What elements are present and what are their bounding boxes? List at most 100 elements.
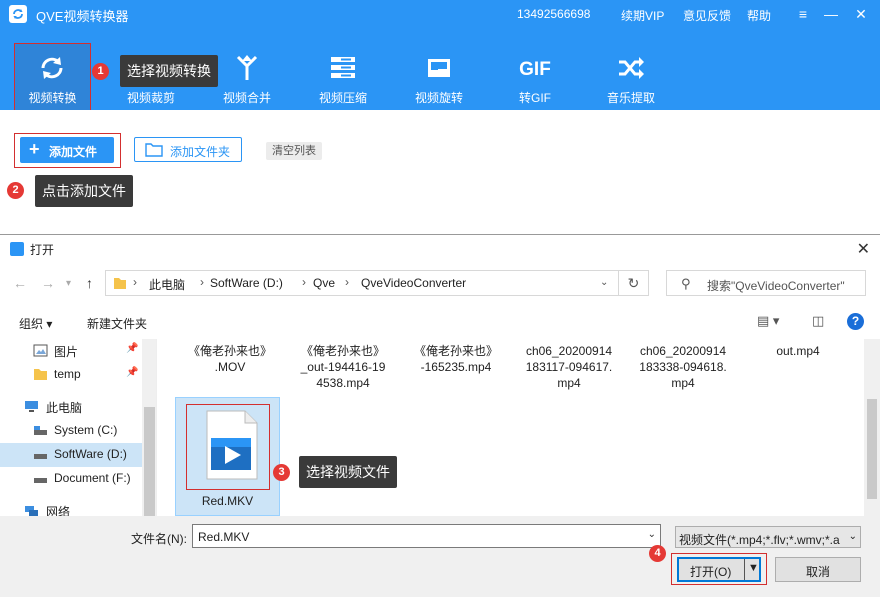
navigation-pane: 图片 📌 temp 📌 此电脑 System (C:) SoftWare (D:… — [0, 339, 157, 516]
phone-number: 13492566698 — [517, 7, 591, 21]
sidebar-item-drive-c[interactable]: System (C:) — [0, 419, 142, 443]
back-arrow-icon[interactable]: ← — [13, 275, 27, 291]
pin-icon: 📌 — [126, 367, 139, 378]
forward-arrow-icon[interactable]: → — [41, 275, 55, 291]
app-window: QVE视频转换器 13492566698 续期VIP 意见反馈 帮助 ≡ — ✕… — [0, 0, 880, 597]
open-dropdown-icon[interactable]: ▼ — [748, 562, 759, 574]
dialog-app-icon — [10, 242, 24, 256]
help-icon[interactable]: ? — [847, 313, 864, 330]
breadcrumb-item[interactable]: Qve — [313, 276, 335, 290]
files-scrollbar[interactable] — [864, 339, 880, 516]
app-logo-icon — [9, 5, 27, 23]
add-folder-button[interactable]: 添加文件夹 — [134, 137, 242, 162]
shuffle-icon — [619, 57, 644, 79]
file-item[interactable]: 《俺老孙来也》 _out-194416-19 4538.mp4 — [288, 343, 398, 391]
folder-icon — [34, 369, 47, 380]
file-type-select[interactable]: 视频文件(*.mp4;*.flv;*.wmv;*.a ⌄ — [675, 526, 861, 548]
organize-button[interactable]: 组织 ▾ — [19, 315, 52, 332]
search-input[interactable]: ⚲ 搜索"QveVideoConverter" — [666, 270, 866, 296]
filename-label: 文件名(N): — [131, 532, 187, 546]
pictures-icon — [33, 344, 48, 357]
tool-video-merge[interactable]: 视频合并 — [207, 44, 287, 110]
new-folder-button[interactable]: 新建文件夹 — [87, 315, 147, 332]
tool-label: 视频裁剪 — [126, 91, 175, 105]
menu-icon[interactable]: ≡ — [795, 6, 811, 22]
clear-list-button[interactable]: 清空列表 — [266, 142, 322, 160]
file-list-area: + 添加文件 添加文件夹 清空列表 2 点击添加文件 — [0, 110, 880, 234]
compress-icon — [331, 57, 355, 78]
file-item[interactable]: out.mp4 — [743, 343, 853, 359]
tool-to-gif[interactable]: GIF 转GIF — [495, 44, 575, 110]
convert-icon — [41, 57, 63, 79]
chevron-down-icon[interactable]: ⌄ — [648, 529, 656, 540]
dialog-close-icon[interactable]: ✕ — [857, 239, 870, 259]
drive-icon — [34, 454, 47, 459]
file-item-selected[interactable]: Red.MKV — [175, 397, 280, 516]
cancel-button[interactable]: 取消 — [775, 557, 861, 582]
filename-input[interactable]: Red.MKV ⌄ — [192, 524, 661, 548]
view-mode-icon[interactable]: ▤ ▾ — [757, 313, 779, 329]
tool-video-compress[interactable]: 视频压缩 — [303, 44, 383, 110]
title-bar: QVE视频转换器 13492566698 续期VIP 意见反馈 帮助 ≡ — ✕ — [0, 0, 880, 28]
tool-label: 音乐提取 — [606, 91, 655, 105]
renew-vip-link[interactable]: 续期VIP — [621, 7, 664, 24]
chevron-down-icon: ⌄ — [848, 531, 857, 542]
sidebar-item-temp[interactable]: temp 📌 — [0, 363, 142, 387]
dialog-footer: 文件名(N): Red.MKV ⌄ 视频文件(*.mp4;*.flv;*.wmv… — [0, 516, 880, 597]
recent-dropdown-icon[interactable]: ▾ — [66, 278, 71, 289]
tool-music-extract[interactable]: 音乐提取 — [591, 44, 671, 110]
breadcrumb-item[interactable]: QveVideoConverter — [361, 276, 466, 290]
dialog-title-bar: 打开 ✕ — [0, 235, 880, 263]
refresh-button[interactable]: ↻ — [619, 270, 649, 296]
address-row: ← → ▾ ↑ › 此电脑 › SoftWare (D:) › Qve › Qv… — [0, 267, 880, 301]
address-bar[interactable]: › 此电脑 › SoftWare (D:) › Qve › QveVideoCo… — [105, 270, 619, 296]
command-bar: 组织 ▾ 新建文件夹 ▤ ▾ ◫ ? — [0, 309, 880, 337]
plus-icon: + — [29, 139, 40, 159]
tool-video-rotate[interactable]: 视频旋转 — [399, 44, 479, 110]
add-file-button[interactable]: + 添加文件 — [20, 137, 114, 163]
gif-icon: GIF — [519, 59, 551, 80]
callout-add-file: 点击添加文件 — [35, 175, 133, 207]
sidebar-item-this-pc[interactable]: 此电脑 — [0, 395, 142, 419]
computer-icon — [25, 401, 38, 412]
pin-icon: 📌 — [126, 343, 139, 354]
drive-icon — [34, 478, 47, 483]
sidebar-item-drive-f[interactable]: Document (F:) — [0, 467, 142, 491]
feedback-link[interactable]: 意见反馈 — [683, 7, 731, 24]
up-arrow-icon[interactable]: ↑ — [86, 275, 93, 291]
step-badge-2: 2 — [7, 182, 24, 199]
app-title: QVE视频转换器 — [36, 9, 129, 24]
address-dropdown-icon[interactable]: ⌄ — [600, 277, 608, 288]
tool-label: 视频旋转 — [414, 91, 463, 105]
tool-label: 视频合并 — [222, 91, 271, 105]
file-item[interactable]: 《俺老孙来也》 -165235.mp4 — [401, 343, 511, 375]
file-item[interactable]: 《俺老孙来也》 .MOV — [175, 343, 285, 375]
open-button[interactable]: 打开(O) ▼ — [677, 557, 761, 582]
breadcrumb-item[interactable]: SoftWare (D:) — [210, 276, 283, 290]
help-link[interactable]: 帮助 — [747, 7, 771, 24]
refresh-icon: ↻ — [627, 275, 640, 291]
network-icon — [25, 506, 38, 516]
dialog-title: 打开 — [30, 243, 55, 257]
sidebar-scrollbar[interactable] — [142, 339, 156, 516]
file-grid: 《俺老孙来也》 .MOV 《俺老孙来也》 _out-194416-19 4538… — [158, 339, 864, 516]
step-badge-3: 3 — [273, 464, 290, 481]
merge-icon — [236, 55, 258, 80]
sidebar-item-pictures[interactable]: 图片 📌 — [0, 339, 142, 363]
close-icon[interactable]: ✕ — [853, 6, 869, 22]
search-icon: ⚲ — [681, 276, 691, 291]
file-item[interactable]: ch06_20200914 183338-094618. mp4 — [628, 343, 738, 391]
folder-icon — [114, 278, 126, 289]
sidebar-item-network[interactable]: 网络 — [0, 499, 142, 516]
minimize-icon[interactable]: — — [823, 6, 839, 22]
tool-video-convert[interactable]: 视频转换 — [14, 43, 91, 111]
tool-label: 视频转换 — [28, 91, 77, 105]
file-item[interactable]: ch06_20200914 183117-094617. mp4 — [514, 343, 624, 391]
preview-pane-icon[interactable]: ◫ — [812, 313, 824, 329]
scrollbar-thumb[interactable] — [144, 407, 155, 516]
sidebar-item-drive-d[interactable]: SoftWare (D:) — [0, 443, 142, 467]
tool-label: 视频压缩 — [318, 91, 367, 105]
scrollbar-thumb[interactable] — [867, 399, 877, 499]
rotate-icon — [428, 59, 450, 77]
breadcrumb-item[interactable]: 此电脑 — [149, 276, 185, 293]
